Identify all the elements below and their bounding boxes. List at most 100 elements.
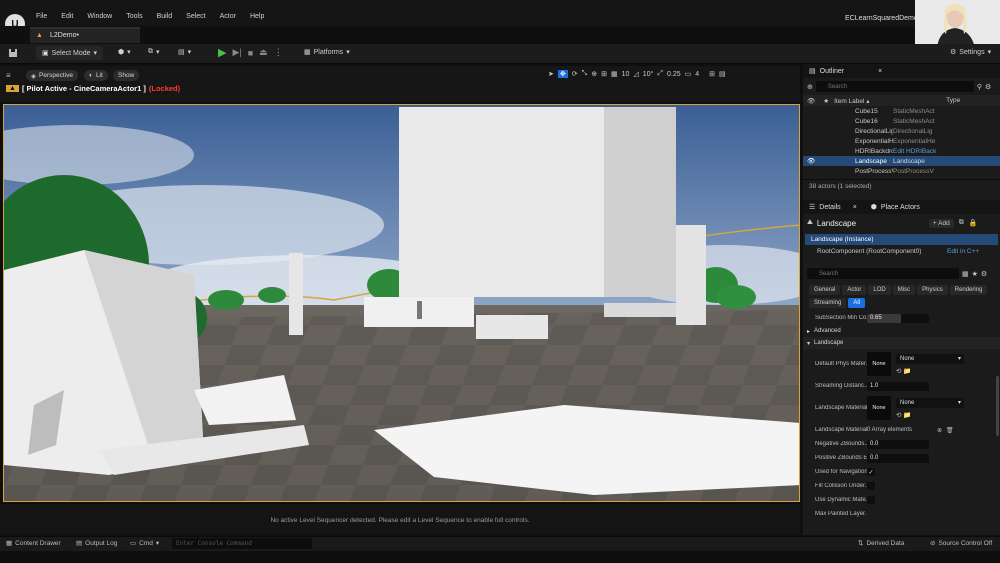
outliner-row[interactable]: HDRIBackdropEdit HDRIBack	[803, 146, 1000, 156]
landscape-material-dropdown[interactable]: None ▾	[896, 397, 964, 408]
menu-edit[interactable]: Edit	[61, 13, 73, 20]
category-rendering[interactable]: Rendering	[949, 285, 988, 295]
close-icon[interactable]: ×	[878, 68, 882, 75]
add-component-button[interactable]: + Add	[928, 218, 954, 228]
rotation-snap-value[interactable]: 10°	[643, 71, 654, 78]
lock-icon[interactable]: 🔒	[969, 219, 978, 227]
source-control-button[interactable]: ⊘ Source Control Off	[930, 539, 992, 548]
asset-browse-icons[interactable]: ⟲ 📁	[896, 411, 964, 419]
derived-data-button[interactable]: ⇅ Derived Data	[858, 539, 904, 548]
more-options-icon[interactable]: ⋮	[274, 47, 283, 58]
category-misc[interactable]: Misc	[892, 285, 916, 295]
edit-cpp-link[interactable]: Edit in C++	[947, 248, 979, 255]
outliner-search-input[interactable]: Search	[815, 81, 974, 92]
menu-tools[interactable]: Tools	[126, 13, 142, 20]
select-arrow-icon[interactable]: ➤	[548, 70, 554, 78]
level-viewport[interactable]	[3, 104, 800, 502]
play-icon[interactable]: ▶	[218, 46, 226, 59]
phys-material-thumbnail[interactable]: None	[867, 352, 891, 376]
filter-icon[interactable]: ⚲	[977, 83, 982, 91]
tab-details[interactable]: Details	[819, 204, 840, 211]
camera-speed-icon[interactable]: ▭	[685, 70, 692, 78]
outliner-row[interactable]: PostProcessVolumePostProcessV	[803, 166, 1000, 176]
fill-collision-checkbox[interactable]	[867, 482, 875, 490]
save-icon[interactable]	[8, 48, 18, 58]
add-content-button[interactable]: ⬢ ▾	[118, 48, 131, 56]
trash-icon[interactable]: 🗑	[946, 427, 954, 434]
menu-build[interactable]: Build	[157, 13, 173, 20]
positive-zbounds-input[interactable]: 0.0	[867, 453, 929, 463]
blueprint-button[interactable]: ⧉ ▾	[148, 48, 160, 56]
category-actor[interactable]: Actor	[842, 285, 867, 295]
perspective-button[interactable]: ◈ Perspective	[26, 70, 78, 81]
details-scrollbar[interactable]	[996, 376, 999, 436]
menu-help[interactable]: Help	[250, 13, 264, 20]
menu-file[interactable]: File	[36, 13, 47, 20]
settings-icon[interactable]: ⚙	[981, 270, 987, 278]
col-type[interactable]: Type	[946, 97, 960, 104]
settings-icon[interactable]: ⚙	[985, 83, 991, 91]
close-icon[interactable]: ×	[853, 204, 857, 211]
stop-icon[interactable]: ■	[248, 48, 253, 58]
landscape-material-thumbnail[interactable]: None	[867, 396, 891, 420]
category-streaming[interactable]: Streaming	[809, 298, 847, 308]
rotate-icon[interactable]: ⟳	[572, 70, 578, 78]
add-element-icon[interactable]: ⊕	[937, 427, 942, 434]
table-view-icon[interactable]: ▦	[962, 270, 969, 278]
instance-row[interactable]: Landscape (Instance)	[805, 234, 998, 245]
landscape-section[interactable]: ▾ Landscape	[803, 337, 1000, 349]
streaming-distance-input[interactable]: 1.0	[867, 381, 929, 391]
col-item-label[interactable]: Item Label ▴	[834, 97, 946, 105]
negative-zbounds-input[interactable]: 0.0	[867, 439, 929, 449]
console-input[interactable]: Enter Console Command	[172, 538, 312, 549]
category-physics[interactable]: Physics	[917, 285, 948, 295]
star-icon[interactable]: ★	[972, 270, 978, 278]
menu-select[interactable]: Select	[186, 13, 205, 20]
asset-browse-icons[interactable]: ⟲ 📁	[896, 367, 964, 375]
move-icon[interactable]: ✥	[557, 70, 568, 78]
output-log-button[interactable]: ▤ Output Log	[76, 539, 117, 548]
advanced-section[interactable]: ▸ Advanced	[803, 325, 1000, 337]
used-for-navigation-checkbox[interactable]: ✓	[867, 468, 875, 476]
outliner-row[interactable]: ExponentialHeightFogExponentialHe	[803, 136, 1000, 146]
tab-place-actors[interactable]: Place Actors	[881, 204, 920, 211]
eject-icon[interactable]: ⏏	[259, 47, 268, 58]
settings-button[interactable]: ⚙ Settings ▾	[950, 48, 991, 57]
visibility-icon[interactable]: 👁	[807, 157, 815, 165]
scale-snap-value[interactable]: 0.25	[667, 71, 681, 78]
menu-window[interactable]: Window	[87, 13, 112, 20]
grid-snap-value[interactable]: 10	[622, 71, 630, 78]
menu-actor[interactable]: Actor	[220, 13, 236, 20]
lit-button[interactable]: ◐ Lit	[84, 70, 108, 81]
scale-snap-icon[interactable]: ⤢	[657, 70, 663, 78]
dynamic-material-checkbox[interactable]	[867, 496, 875, 504]
grid-snap-icon[interactable]: ▦	[611, 70, 618, 78]
cmd-dropdown[interactable]: ▭ Cmd ▾	[130, 539, 159, 548]
category-all[interactable]: All	[848, 298, 866, 308]
outliner-row[interactable]: Cube15 StaticMeshAct	[803, 106, 1000, 116]
details-search-input[interactable]: Search	[807, 268, 959, 279]
show-button[interactable]: Show	[113, 70, 140, 81]
outliner-row[interactable]: DirectionalLightDirectionalLig	[803, 126, 1000, 136]
content-drawer-button[interactable]: ▦ Content Drawer	[6, 539, 61, 548]
category-general[interactable]: General	[809, 285, 841, 295]
outliner-row[interactable]: Cube16 StaticMeshAct	[803, 116, 1000, 126]
hamburger-icon[interactable]: ≡	[6, 71, 11, 80]
root-component-row[interactable]: RootComponent (RootComponent0) Edit in C…	[803, 245, 1000, 258]
blueprint-icon[interactable]: ⧉	[959, 219, 964, 227]
add-filter-icon[interactable]: ⊕	[807, 83, 813, 91]
cinematics-button[interactable]: ▤ ▾	[178, 48, 191, 56]
viewport-options-icon[interactable]: ▤	[719, 70, 726, 78]
camera-eject-icon[interactable]: ▲	[6, 85, 19, 92]
camera-speed-value[interactable]: 4	[695, 71, 699, 78]
surface-snap-icon[interactable]: ⊞	[601, 70, 607, 78]
phys-material-dropdown[interactable]: None ▾	[896, 353, 964, 364]
platforms-button[interactable]: ▦ Platforms ▾	[304, 48, 350, 57]
scale-icon[interactable]: ⤡	[582, 70, 588, 78]
subsection-slider[interactable]: 0.65	[867, 313, 929, 323]
step-icon[interactable]: ▶|	[232, 47, 241, 58]
layout-icon[interactable]: ⊞	[709, 70, 715, 78]
outliner-row-selected[interactable]: 👁 Landscape Landscape	[803, 156, 1000, 166]
select-mode-button[interactable]: ▣ Select Mode ▾	[36, 46, 104, 60]
tab-level[interactable]: ▲ L2Demo•	[30, 27, 140, 43]
